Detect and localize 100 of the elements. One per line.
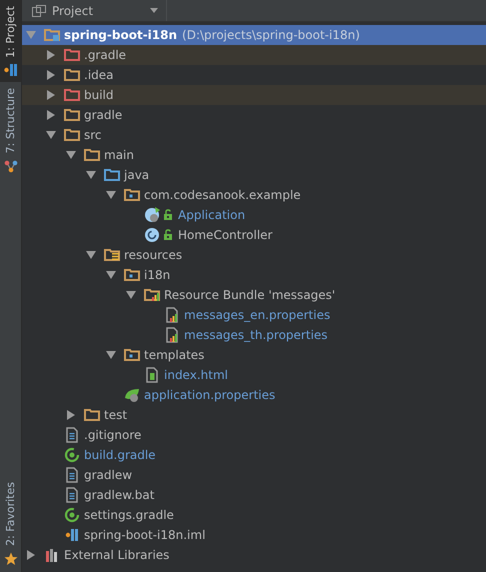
html-file-icon: [144, 367, 160, 383]
item-name: External Libraries: [64, 548, 170, 562]
item-name: gradlew: [84, 468, 132, 482]
tree-row[interactable]: gradle: [22, 105, 486, 125]
collapse-arrow-icon[interactable]: [46, 70, 56, 80]
bundle-folder-icon: [144, 287, 160, 303]
expand-arrow-icon[interactable]: [106, 270, 116, 280]
gradle-file-icon: [64, 507, 80, 523]
item-name: gradle: [84, 108, 122, 122]
expand-arrow-icon[interactable]: [86, 250, 96, 260]
tree-row[interactable]: .gradle: [22, 45, 486, 65]
text-file-icon: [64, 427, 80, 443]
tree-row[interactable]: External Libraries: [22, 545, 486, 565]
libraries-icon: [44, 547, 60, 563]
tree-row[interactable]: com.codesanook.example: [22, 185, 486, 205]
item-name: i18n: [144, 268, 170, 282]
tree-row[interactable]: Application: [22, 205, 486, 225]
tree-row[interactable]: .gitignore: [22, 425, 486, 445]
spring-class-icon: [144, 207, 160, 223]
folder-icon: [64, 127, 80, 143]
item-name: main: [104, 148, 134, 162]
item-name: templates: [144, 348, 204, 362]
item-name: application.properties: [144, 388, 276, 402]
tree-row[interactable]: resources: [22, 245, 486, 265]
package-folder-icon: [124, 187, 140, 203]
folder-icon: [64, 87, 80, 103]
tree-row[interactable]: spring-boot-i18n.iml: [22, 525, 486, 545]
package-folder-icon: [124, 267, 140, 283]
tree-row[interactable]: i18n: [22, 265, 486, 285]
tree-row[interactable]: .idea: [22, 65, 486, 85]
resources-folder-icon: [104, 247, 120, 263]
star-icon: [4, 552, 18, 566]
collapse-arrow-icon[interactable]: [46, 90, 56, 100]
expand-arrow-icon[interactable]: [86, 170, 96, 180]
tool-window-tab[interactable]: 2: Favorites: [0, 476, 21, 572]
tree-row[interactable]: gradlew: [22, 465, 486, 485]
tree-row[interactable]: build.gradle: [22, 445, 486, 465]
collapse-arrow-icon[interactable]: [46, 110, 56, 120]
item-name: resources: [124, 248, 182, 262]
item-name: settings.gradle: [84, 508, 174, 522]
item-name: HomeController: [178, 228, 272, 242]
tree-row[interactable]: Resource Bundle 'messages': [22, 285, 486, 305]
folder-icon: [64, 107, 80, 123]
item-name: .idea: [84, 68, 114, 82]
text-file-icon: [64, 487, 80, 503]
project-path: (D:\projects\spring-boot-i18n): [182, 28, 360, 42]
collapse-arrow-icon[interactable]: [66, 410, 76, 420]
folder-icon: [64, 47, 80, 63]
collapse-arrow-icon[interactable]: [26, 550, 36, 560]
tree-row[interactable]: java: [22, 165, 486, 185]
folder-icon: [84, 147, 100, 163]
collapse-arrow-icon[interactable]: [46, 50, 56, 60]
spring-leaf-icon: [124, 387, 140, 403]
tree-row[interactable]: src: [22, 125, 486, 145]
item-name: spring-boot-i18n.iml: [84, 528, 206, 542]
item-name: messages_en.properties: [184, 308, 330, 322]
expand-arrow-icon[interactable]: [66, 150, 76, 160]
module-folder-icon: [44, 27, 60, 43]
panel-title: Project: [52, 4, 94, 18]
tree-row[interactable]: application.properties: [22, 385, 486, 405]
text-file-icon: [64, 467, 80, 483]
caret-icon: [150, 8, 158, 13]
folder-icon: [104, 167, 120, 183]
expand-arrow-icon[interactable]: [46, 130, 56, 140]
tool-window-tab[interactable]: 7: Structure: [0, 82, 21, 180]
expand-arrow-icon[interactable]: [126, 290, 136, 300]
project-view-icon: [32, 4, 46, 16]
item-name: src: [84, 128, 102, 142]
item-name: messages_th.properties: [184, 328, 328, 342]
tree-row[interactable]: main: [22, 145, 486, 165]
item-name: index.html: [164, 368, 228, 382]
class-icon: [144, 227, 160, 243]
expand-arrow-icon[interactable]: [106, 190, 116, 200]
package-folder-icon: [124, 347, 140, 363]
tree-row[interactable]: settings.gradle: [22, 505, 486, 525]
tree-row[interactable]: messages_en.properties: [22, 305, 486, 325]
expand-arrow-icon[interactable]: [106, 350, 116, 360]
item-name: Application: [178, 208, 246, 222]
properties-file-icon: [164, 307, 180, 323]
item-name: Resource Bundle 'messages': [164, 288, 336, 302]
folder-icon: [84, 407, 100, 423]
module-icon: [4, 64, 18, 76]
tree-row[interactable]: HomeController: [22, 225, 486, 245]
item-name: build.gradle: [84, 448, 156, 462]
properties-file-icon: [164, 327, 180, 343]
tree-row[interactable]: build: [22, 85, 486, 105]
tree-row[interactable]: messages_th.properties: [22, 325, 486, 345]
gradle-file-icon: [64, 447, 80, 463]
item-name: com.codesanook.example: [144, 188, 301, 202]
tree-row[interactable]: gradlew.bat: [22, 485, 486, 505]
tree-row[interactable]: spring-boot-i18n (D:\projects\spring-boot-i18n): [22, 25, 486, 45]
tree-row[interactable]: test: [22, 405, 486, 425]
tree-row[interactable]: index.html: [22, 365, 486, 385]
tool-window-tab[interactable]: 1: Project: [0, 0, 21, 82]
item-name: spring-boot-i18n: [64, 28, 178, 42]
tree-row[interactable]: templates: [22, 345, 486, 365]
item-name: gradlew.bat: [84, 488, 154, 502]
item-name: build: [84, 88, 114, 102]
item-name: test: [104, 408, 128, 422]
item-name: .gitignore: [84, 428, 142, 442]
